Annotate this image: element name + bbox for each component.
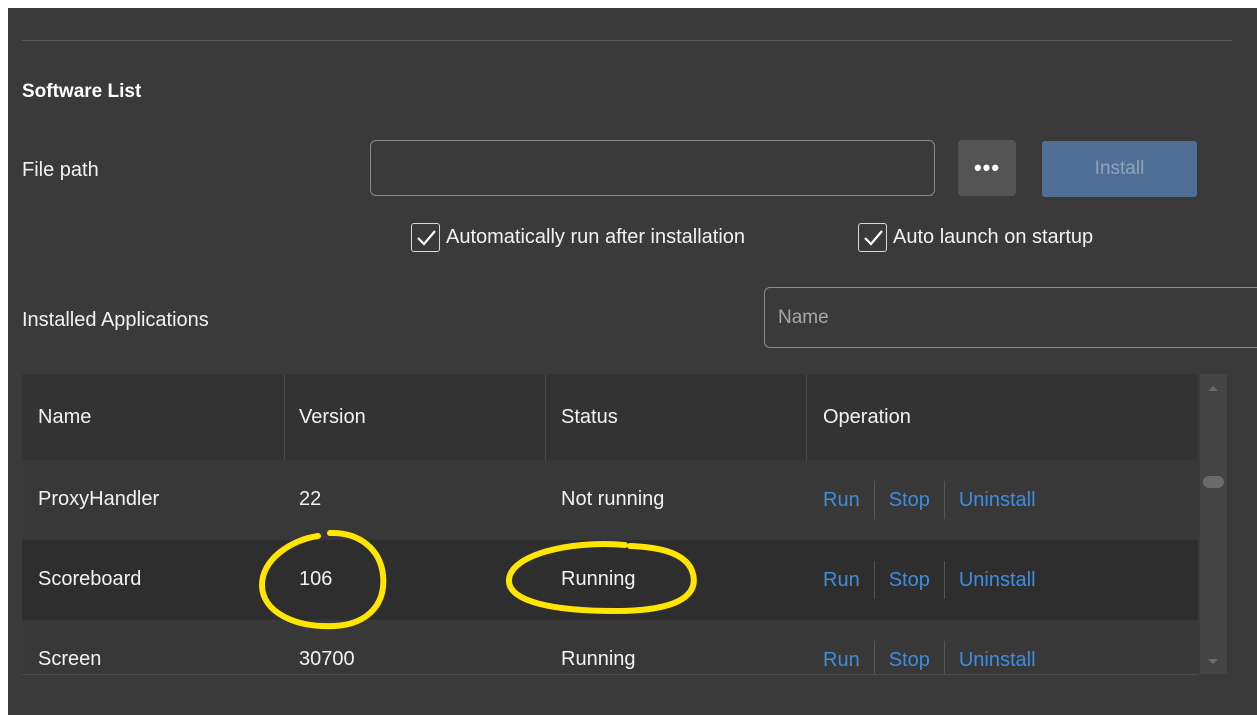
scroll-down-arrow-icon[interactable] bbox=[1208, 659, 1218, 664]
stop-link[interactable]: Stop bbox=[889, 569, 930, 592]
cell-status: Not running bbox=[561, 488, 665, 510]
stop-link[interactable]: Stop bbox=[889, 489, 930, 512]
installed-applications-label: Installed Applications bbox=[22, 309, 209, 331]
applications-table: Name Version Status Operation ProxyHandl… bbox=[22, 374, 1198, 674]
column-divider bbox=[284, 374, 285, 460]
link-separator bbox=[873, 481, 875, 519]
link-separator bbox=[873, 561, 875, 599]
auto-run-checkbox[interactable]: Automatically run after installation bbox=[411, 223, 745, 252]
run-link[interactable]: Run bbox=[823, 649, 860, 672]
file-path-label: File path bbox=[22, 159, 99, 181]
run-link[interactable]: Run bbox=[823, 489, 860, 512]
operation-cell: Run Stop Uninstall bbox=[823, 540, 1036, 620]
header-status[interactable]: Status bbox=[561, 406, 618, 429]
cell-version: 106 bbox=[299, 568, 333, 590]
checkmark-icon bbox=[416, 229, 436, 246]
header-version[interactable]: Version bbox=[299, 406, 366, 429]
checkbox-box[interactable] bbox=[858, 223, 887, 252]
column-divider bbox=[806, 374, 807, 460]
uninstall-link[interactable]: Uninstall bbox=[959, 489, 1036, 512]
cell-version: 30700 bbox=[299, 648, 355, 670]
stop-link[interactable]: Stop bbox=[889, 649, 930, 672]
operation-cell: Run Stop Uninstall bbox=[823, 620, 1036, 674]
checkmark-icon bbox=[863, 229, 883, 246]
run-link[interactable]: Run bbox=[823, 569, 860, 592]
table-header: Name Version Status Operation bbox=[22, 374, 1198, 460]
cell-status: Running bbox=[561, 568, 636, 590]
table-scrollbar[interactable] bbox=[1200, 374, 1227, 674]
uninstall-link[interactable]: Uninstall bbox=[959, 569, 1036, 592]
cell-version: 22 bbox=[299, 488, 322, 510]
link-separator bbox=[943, 561, 945, 599]
auto-launch-label: Auto launch on startup bbox=[893, 226, 1094, 248]
section-divider bbox=[22, 40, 1232, 41]
operation-cell: Run Stop Uninstall bbox=[823, 460, 1036, 540]
cell-name: Screen bbox=[38, 648, 102, 670]
scroll-up-arrow-icon[interactable] bbox=[1208, 386, 1218, 391]
header-operation[interactable]: Operation bbox=[823, 406, 911, 429]
more-icon: ••• bbox=[973, 155, 1001, 180]
cell-name: Scoreboard bbox=[38, 568, 142, 590]
link-separator bbox=[943, 641, 945, 674]
checkbox-box[interactable] bbox=[411, 223, 440, 252]
table-bottom-border bbox=[22, 674, 1198, 675]
header-name[interactable]: Name bbox=[38, 406, 91, 429]
auto-run-label: Automatically run after installation bbox=[446, 226, 746, 248]
table-row[interactable]: Screen 30700 Running Run Stop Uninstall bbox=[22, 620, 1198, 674]
uninstall-link[interactable]: Uninstall bbox=[959, 649, 1036, 672]
file-path-input[interactable] bbox=[370, 140, 935, 196]
auto-launch-checkbox[interactable]: Auto launch on startup bbox=[858, 223, 1093, 252]
name-search-input[interactable] bbox=[764, 287, 1257, 348]
table-row[interactable]: Scoreboard 106 Running Run Stop Uninstal… bbox=[22, 540, 1198, 620]
link-separator bbox=[943, 481, 945, 519]
scroll-thumb[interactable] bbox=[1203, 476, 1224, 488]
install-button[interactable]: Install bbox=[1042, 141, 1197, 197]
software-list-panel: Software List File path ••• Install Auto… bbox=[8, 8, 1257, 715]
cell-name: ProxyHandler bbox=[38, 488, 160, 510]
column-divider bbox=[545, 374, 546, 460]
cell-status: Running bbox=[561, 648, 636, 670]
link-separator bbox=[873, 641, 875, 674]
section-title: Software List bbox=[22, 81, 142, 102]
browse-button[interactable]: ••• bbox=[958, 140, 1016, 196]
table-row[interactable]: ProxyHandler 22 Not running Run Stop Uni… bbox=[22, 460, 1198, 540]
